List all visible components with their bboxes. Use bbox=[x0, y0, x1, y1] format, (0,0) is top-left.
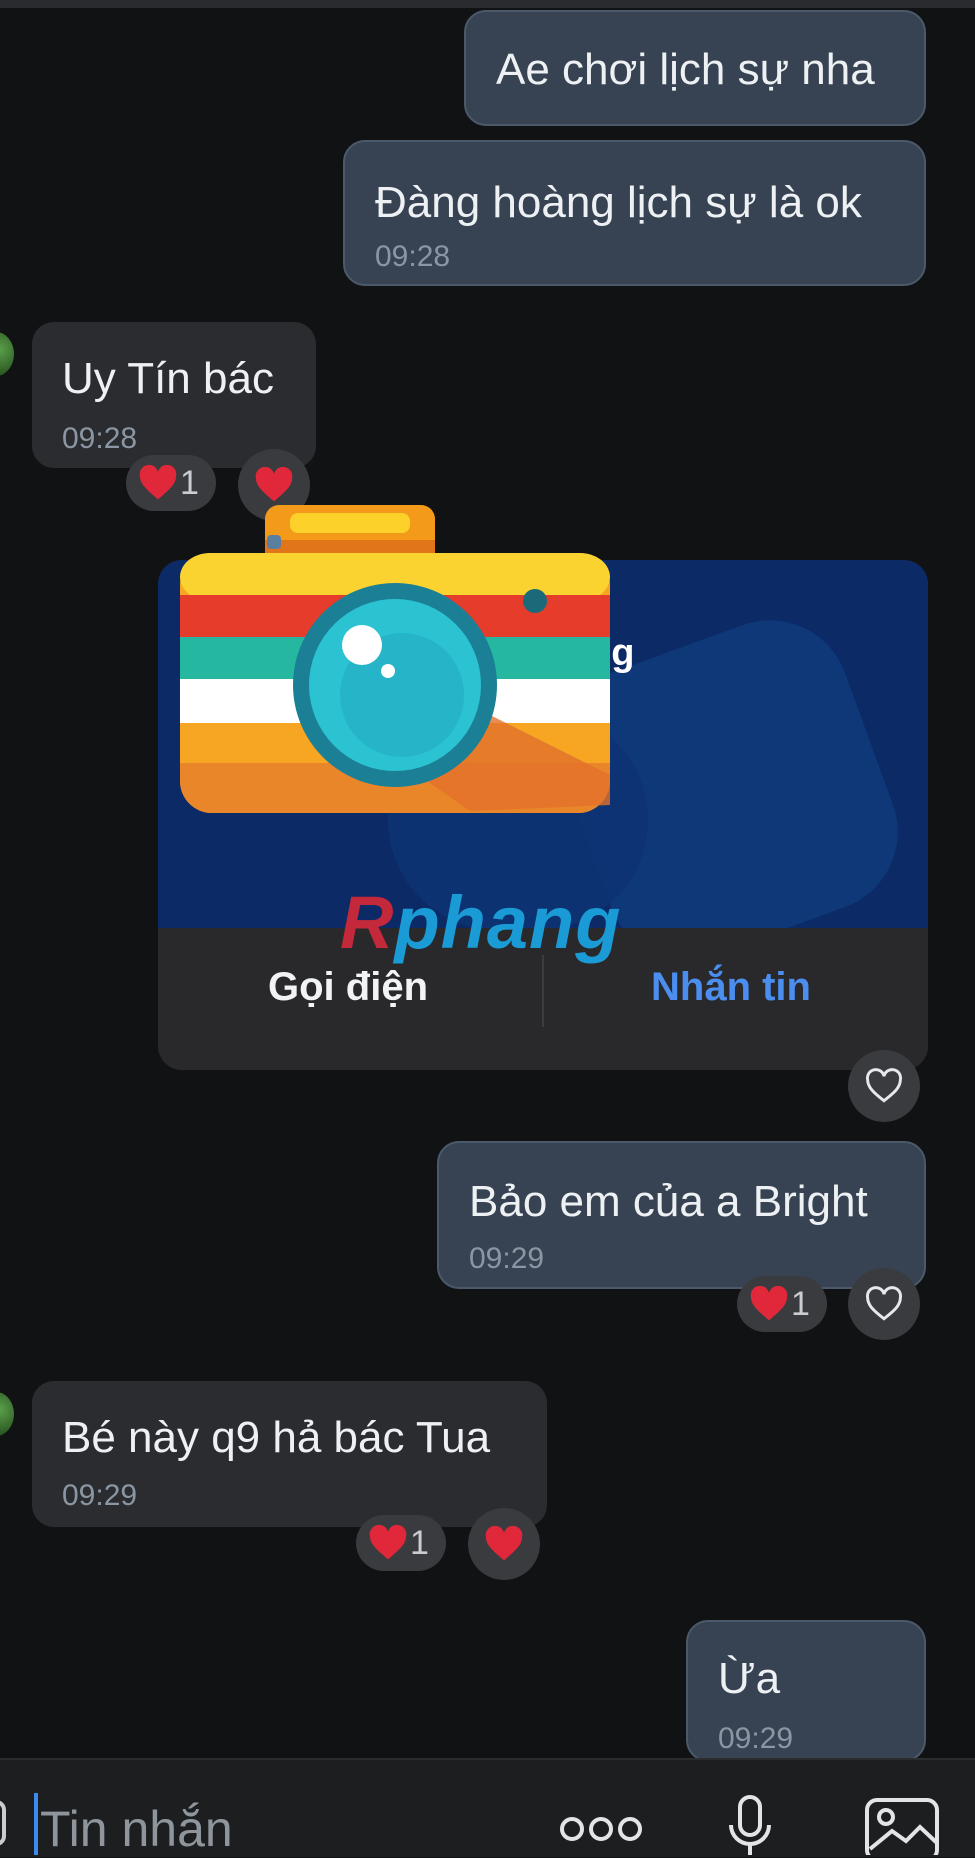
reaction-summary[interactable]: 1 bbox=[356, 1515, 446, 1571]
message-time: 09:29 bbox=[718, 1722, 794, 1755]
react-button[interactable] bbox=[848, 1268, 920, 1340]
message-bubble-outgoing[interactable]: Ae chơi lịch sự nha bbox=[464, 10, 926, 126]
heart-outline-icon bbox=[865, 1068, 903, 1103]
heart-icon bbox=[369, 1525, 407, 1560]
emoji-icon[interactable] bbox=[0, 1800, 6, 1846]
heart-icon bbox=[750, 1286, 788, 1321]
camera-icon bbox=[180, 505, 610, 813]
microphone-icon[interactable] bbox=[725, 1795, 775, 1855]
heart-icon bbox=[139, 465, 177, 500]
avatar[interactable] bbox=[0, 332, 14, 376]
message-text: Uy Tín bác bbox=[62, 354, 274, 403]
message-text: Đàng hoàng lịch sự là ok bbox=[375, 178, 862, 227]
react-button[interactable] bbox=[468, 1508, 540, 1580]
message-time: 09:28 bbox=[375, 240, 451, 273]
message-text: Ae chơi lịch sự nha bbox=[496, 45, 875, 94]
message-bubble-outgoing[interactable]: Bảo em của a Bright 09:29 bbox=[437, 1141, 926, 1289]
watermark-logo: Rphang bbox=[340, 881, 622, 964]
divider bbox=[542, 955, 544, 1027]
message-text: Bé này q9 hả bác Tua bbox=[62, 1413, 491, 1462]
message-button[interactable]: Nhắn tin bbox=[651, 965, 811, 1010]
reaction-summary[interactable]: 1 bbox=[737, 1276, 827, 1332]
avatar[interactable] bbox=[0, 1392, 14, 1436]
message-bubble-outgoing[interactable]: Ừa 09:29 bbox=[686, 1620, 926, 1762]
more-icon[interactable] bbox=[558, 1814, 644, 1844]
heart-outline-icon bbox=[865, 1286, 903, 1321]
heart-icon bbox=[485, 1526, 523, 1561]
heart-icon bbox=[255, 467, 293, 502]
message-input[interactable]: Tin nhắn bbox=[40, 1800, 233, 1858]
image-gallery-icon[interactable] bbox=[864, 1797, 940, 1855]
message-time: 09:29 bbox=[469, 1242, 545, 1275]
message-text: Ừa bbox=[718, 1654, 781, 1703]
message-time: 09:28 bbox=[62, 422, 138, 455]
react-button[interactable] bbox=[848, 1050, 920, 1122]
message-bubble-outgoing[interactable]: Đàng hoàng lịch sự là ok 09:28 bbox=[343, 140, 926, 286]
reaction-count: 1 bbox=[410, 1523, 429, 1562]
message-text: Bảo em của a Bright bbox=[469, 1177, 868, 1226]
message-time: 09:29 bbox=[62, 1479, 138, 1512]
text-cursor bbox=[34, 1793, 38, 1855]
call-button[interactable]: Gọi điện bbox=[268, 965, 428, 1010]
message-bubble-incoming[interactable]: Bé này q9 hả bác Tua 09:29 bbox=[32, 1381, 547, 1527]
reaction-count: 1 bbox=[791, 1284, 810, 1323]
top-divider bbox=[0, 0, 975, 8]
reaction-summary[interactable]: 1 bbox=[126, 455, 216, 511]
message-bubble-incoming[interactable]: Uy Tín bác 09:28 bbox=[32, 322, 316, 468]
reaction-count: 1 bbox=[180, 463, 199, 502]
